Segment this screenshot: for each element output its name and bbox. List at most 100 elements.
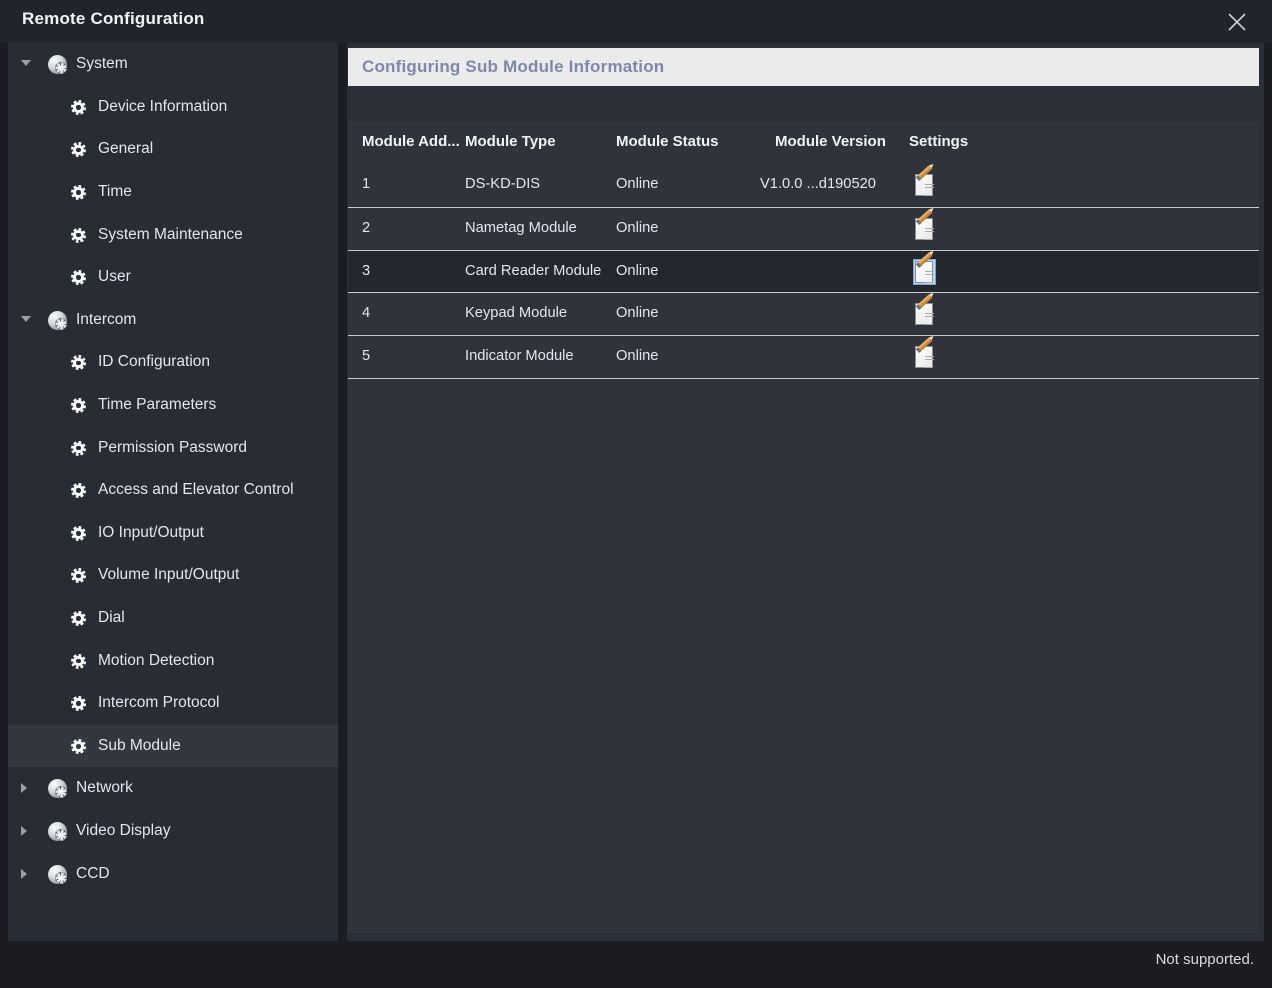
- gear-icon: [70, 440, 87, 457]
- sidebar-item-dial[interactable]: Dial: [8, 597, 338, 640]
- cell-module-status: Online: [616, 220, 658, 236]
- sidebar-item-label: Volume Input/Output: [98, 566, 239, 584]
- gear-icon: [70, 525, 87, 542]
- sub-module-table: Module Add... Module Type Module Status Mod…: [348, 121, 1259, 933]
- column-header: Settings: [909, 133, 968, 150]
- sidebar-item-label: Intercom: [76, 311, 136, 329]
- column-header: Module Version: [775, 133, 886, 150]
- cell-module-type: Card Reader Module: [465, 263, 601, 279]
- navigation-sidebar[interactable]: System Device Information General Time Syste…: [8, 43, 338, 976]
- sidebar-item-label: Access and Elevator Control: [98, 481, 294, 499]
- cell-module-address: 4: [362, 305, 370, 321]
- chevron-down-icon[interactable]: [21, 316, 31, 322]
- sidebar-item-label: Video Display: [76, 822, 171, 840]
- chevron-down-icon[interactable]: [21, 60, 31, 66]
- edit-icon[interactable]: [909, 170, 939, 200]
- sidebar-item-volume-input-output[interactable]: Volume Input/Output: [8, 554, 338, 597]
- edit-icon[interactable]: [909, 342, 939, 372]
- sidebar-item-sub-module[interactable]: Sub Module: [8, 725, 338, 768]
- sidebar-item-label: Intercom Protocol: [98, 694, 219, 712]
- gear-icon: [70, 610, 87, 627]
- sidebar-item-label: CCD: [76, 865, 110, 883]
- gear-icon: [70, 141, 87, 158]
- gear-icon: [70, 653, 87, 670]
- cell-module-address: 5: [362, 348, 370, 364]
- cell-module-status: Online: [616, 263, 658, 279]
- sidebar-item-label: ID Configuration: [98, 353, 210, 371]
- gear-sphere-icon: [48, 779, 67, 798]
- cell-module-type: Indicator Module: [465, 348, 574, 364]
- table-row[interactable]: 5 Indicator Module Online: [348, 335, 1259, 378]
- sidebar-item-label: Network: [76, 779, 133, 797]
- column-header: Module Type: [465, 133, 556, 150]
- sidebar-item-label: System: [76, 55, 128, 73]
- gear-icon: [70, 482, 87, 499]
- sidebar-item-label: Dial: [98, 609, 125, 627]
- table-row[interactable]: 1DS-KD-DISOnlineV1.0.0 ...d190520: [348, 164, 1259, 207]
- edit-icon[interactable]: [909, 214, 939, 244]
- cell-module-type: Nametag Module: [465, 220, 577, 236]
- cell-module-status: Online: [616, 305, 658, 321]
- sidebar-item-ccd[interactable]: CCD: [8, 852, 338, 895]
- gear-icon: [70, 397, 87, 414]
- sidebar-item-id-configuration[interactable]: ID Configuration: [8, 341, 338, 384]
- table-row[interactable]: 4Keypad ModuleOnline: [348, 292, 1259, 335]
- sidebar-item-label: Sub Module: [98, 737, 181, 755]
- sidebar-item-label: Motion Detection: [98, 652, 214, 670]
- sidebar-item-motion-detection[interactable]: Motion Detection: [8, 639, 338, 682]
- edit-icon[interactable]: [909, 257, 939, 287]
- gear-icon: [70, 184, 87, 201]
- chevron-right-icon[interactable]: [21, 783, 27, 793]
- sidebar-item-time-parameters[interactable]: Time Parameters: [8, 384, 338, 427]
- sidebar-item-access-and-elevator-control[interactable]: Access and Elevator Control: [8, 469, 338, 512]
- sidebar-item-time[interactable]: Time: [8, 171, 338, 214]
- gear-icon: [70, 567, 87, 584]
- sidebar-item-label: Permission Password: [98, 439, 247, 457]
- sidebar-item-label: Time: [98, 183, 132, 201]
- remote-configuration-window: Remote Configuration SystemDevice Inform…: [0, 0, 1272, 988]
- sidebar-item-general[interactable]: General: [8, 128, 338, 171]
- gear-icon: [70, 99, 87, 116]
- sidebar-item-label: User: [98, 268, 131, 286]
- sidebar-item-intercom[interactable]: Intercom: [8, 299, 338, 342]
- table-body: 1DS-KD-DISOnlineV1.0.0 ...d1905202Nameta…: [348, 164, 1259, 378]
- sidebar-item-permission-password[interactable]: Permission Password: [8, 426, 338, 469]
- table-bottom-divider: [348, 378, 1259, 379]
- sidebar-item-network[interactable]: Network: [8, 767, 338, 810]
- panel-header: Configuring Sub Module Information: [348, 48, 1259, 86]
- edit-icon[interactable]: [909, 299, 939, 329]
- sidebar-item-system-maintenance[interactable]: System Maintenance: [8, 213, 338, 256]
- sidebar-item-label: Device Information: [98, 98, 227, 116]
- table-row[interactable]: 2Nametag ModuleOnline: [348, 207, 1259, 250]
- sidebar-item-device-information[interactable]: Device Information: [8, 86, 338, 129]
- gear-icon: [70, 269, 87, 286]
- chevron-right-icon[interactable]: [21, 869, 27, 879]
- cell-module-address: 1: [362, 176, 370, 192]
- gear-icon: [70, 354, 87, 371]
- gear-icon: [70, 227, 87, 244]
- gear-sphere-icon: [48, 822, 67, 841]
- cell-module-status: Online: [616, 348, 658, 364]
- sidebar-item-label: IO Input/Output: [98, 524, 204, 542]
- sidebar-item-video-display[interactable]: Video Display: [8, 810, 338, 853]
- main-panel: Configuring Sub Module Information Modul…: [347, 43, 1264, 941]
- footer-bar: Not supported.: [0, 941, 1272, 988]
- cell-module-address: 3: [362, 263, 370, 279]
- column-header: Module Status: [616, 133, 719, 150]
- page-title: Configuring Sub Module Information: [362, 57, 664, 77]
- gear-icon: [70, 738, 87, 755]
- cell-module-version: V1.0.0 ...d190520: [760, 176, 876, 192]
- sidebar-item-system[interactable]: System: [8, 43, 338, 86]
- sidebar-item-intercom-protocol[interactable]: Intercom Protocol: [8, 682, 338, 725]
- gear-sphere-icon: [48, 865, 67, 884]
- chevron-right-icon[interactable]: [21, 826, 27, 836]
- gear-icon: [70, 695, 87, 712]
- sidebar-item-user[interactable]: User: [8, 256, 338, 299]
- table-row[interactable]: 3 Card Reader Module Online: [348, 250, 1259, 293]
- status-message: Not supported.: [1156, 951, 1254, 968]
- close-icon[interactable]: [1214, 0, 1260, 43]
- sidebar-item-label: Time Parameters: [98, 396, 216, 414]
- column-header: Module Add...: [362, 133, 460, 150]
- sidebar-item-io-input-output[interactable]: IO Input/Output: [8, 512, 338, 555]
- table-header-row: Module Add... Module Type Module Status Mod…: [348, 121, 1259, 164]
